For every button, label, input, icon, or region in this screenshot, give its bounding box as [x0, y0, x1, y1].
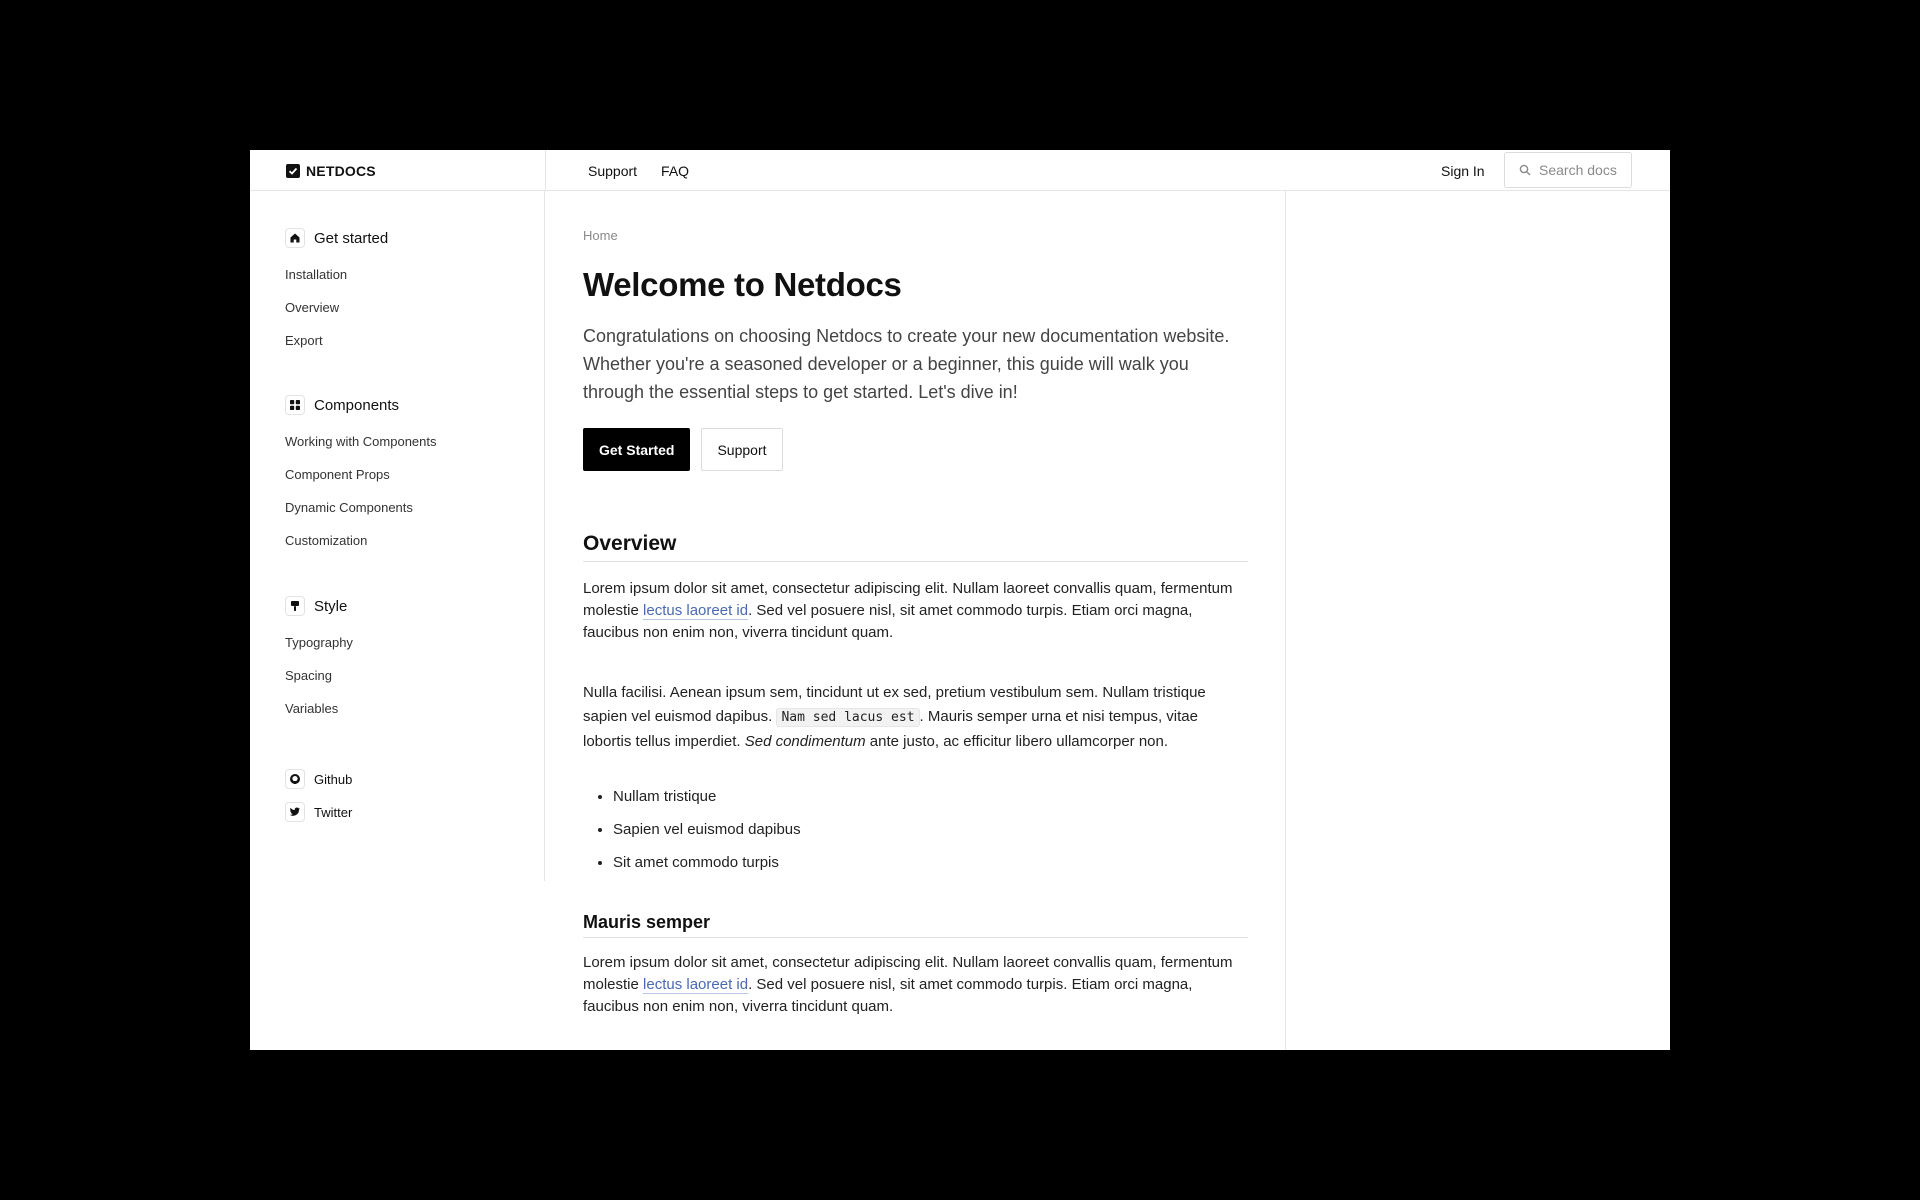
text-run: ante justo, ac efficitur libero ullamcor… [865, 733, 1169, 750]
mauris-semper-heading: Mauris semper [583, 912, 1248, 938]
grid-icon [285, 395, 305, 415]
top-header: NETDOCS Support FAQ Sign In Search docs [250, 150, 1670, 191]
sidebar-heading-get-started[interactable]: Get started [285, 227, 388, 249]
sidebar-heading-label: Get started [314, 229, 389, 247]
overview-paragraph-1: Lorem ipsum dolor sit amet, consectetur … [583, 578, 1243, 644]
twitter-label: Twitter [314, 804, 353, 820]
right-column-divider [1285, 191, 1286, 1050]
nav-faq[interactable]: FAQ [661, 163, 689, 179]
sidebar-heading-label: Components [314, 396, 400, 414]
twitter-icon [285, 802, 305, 822]
sidebar-section-get-started: Get started Installation Overview Export [285, 227, 388, 357]
brand-name: NETDOCS [306, 162, 376, 179]
brand-logo[interactable]: NETDOCS [286, 150, 376, 191]
nav-support[interactable]: Support [588, 163, 637, 179]
docs-window: NETDOCS Support FAQ Sign In Search docs … [250, 150, 1670, 1050]
sidebar-heading-label: Style [314, 597, 348, 615]
paintbrush-icon [285, 596, 305, 616]
bullet-list: Nullam tristique Sapien vel euismod dapi… [583, 786, 801, 885]
overview-heading: Overview [583, 532, 1248, 562]
page-title: Welcome to Netdocs [583, 266, 902, 303]
sidebar-item-overview[interactable]: Overview [285, 291, 388, 324]
cta-buttons: Get Started Support [583, 428, 783, 471]
sidebar: Get started Installation Overview Export [250, 191, 545, 881]
github-link[interactable]: Github [285, 768, 352, 790]
header-divider [545, 150, 546, 191]
sidebar-heading-style[interactable]: Style [285, 595, 353, 617]
sidebar-item-export[interactable]: Export [285, 324, 388, 357]
support-button[interactable]: Support [701, 428, 783, 471]
home-icon [285, 228, 305, 248]
list-item: Nullam tristique [613, 786, 801, 819]
sidebar-item-installation[interactable]: Installation [285, 258, 388, 291]
inline-link[interactable]: lectus laoreet id [643, 976, 749, 994]
sidebar-item-typography[interactable]: Typography [285, 626, 353, 659]
list-item: Sit amet commodo turpis [613, 852, 801, 885]
inline-link[interactable]: lectus laoreet id [643, 602, 749, 620]
mauris-paragraph: Lorem ipsum dolor sit amet, consectetur … [583, 952, 1243, 1018]
search-icon [1519, 164, 1531, 176]
sidebar-item-component-props[interactable]: Component Props [285, 458, 437, 491]
breadcrumb-home[interactable]: Home [583, 228, 618, 243]
top-nav: Support FAQ [588, 150, 689, 191]
sign-in-link[interactable]: Sign In [1441, 150, 1485, 191]
sidebar-section-components: Components Working with Components Compo… [285, 394, 437, 557]
overview-paragraph-2: Nulla facilisi. Aenean ipsum sem, tincid… [583, 681, 1243, 754]
list-item: Sapien vel euismod dapibus [613, 819, 801, 852]
search-placeholder: Search docs [1539, 162, 1617, 178]
sidebar-section-style: Style Typography Spacing Variables [285, 595, 353, 725]
github-label: Github [314, 771, 353, 787]
search-input[interactable]: Search docs [1504, 152, 1632, 188]
sidebar-item-dynamic-components[interactable]: Dynamic Components [285, 491, 437, 524]
sidebar-item-working-with-components[interactable]: Working with Components [285, 425, 437, 458]
inline-code: Nam sed lacus est [776, 708, 920, 727]
twitter-link[interactable]: Twitter [285, 801, 352, 823]
lead-paragraph: Congratulations on choosing Netdocs to c… [583, 326, 1230, 402]
sidebar-item-spacing[interactable]: Spacing [285, 659, 353, 692]
social-links: Github Twitter [285, 768, 352, 834]
get-started-button[interactable]: Get Started [583, 428, 691, 471]
check-logo-icon [286, 163, 300, 178]
sidebar-item-customization[interactable]: Customization [285, 524, 437, 557]
sidebar-item-variables[interactable]: Variables [285, 692, 353, 725]
sidebar-heading-components[interactable]: Components [285, 394, 437, 416]
github-icon [285, 769, 305, 789]
emphasis: Sed condimentum [744, 733, 866, 750]
